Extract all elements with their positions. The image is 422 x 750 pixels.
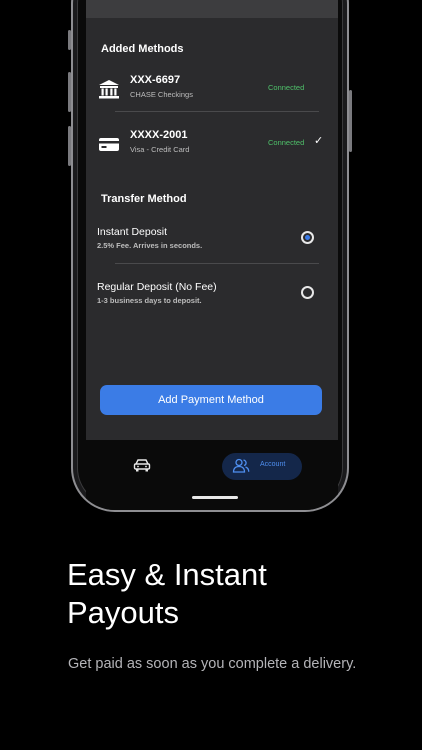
option-name: Regular Deposit (No Fee) bbox=[97, 281, 217, 293]
promo-headline: Easy & Instant Payouts bbox=[67, 556, 387, 632]
credit-card-icon bbox=[99, 138, 119, 151]
radio-unselected[interactable] bbox=[301, 286, 314, 299]
option-subtitle: 1-3 business days to deposit. bbox=[97, 296, 202, 305]
home-indicator bbox=[192, 496, 238, 499]
volume-up-button bbox=[68, 72, 71, 112]
option-name: Instant Deposit bbox=[97, 226, 168, 238]
checkmark-icon: ✓ bbox=[314, 135, 324, 147]
power-button bbox=[349, 90, 352, 152]
option-regular-deposit[interactable]: Regular Deposit (No Fee) 1-3 business da… bbox=[86, 281, 338, 315]
added-methods-title: Added Methods bbox=[101, 43, 184, 55]
method-subtitle: Visa - Credit Card bbox=[130, 145, 190, 154]
side-button bbox=[68, 30, 71, 50]
people-icon bbox=[232, 458, 250, 473]
method-row-card[interactable]: XXXX-2001 Visa - Credit Card Connected ✓ bbox=[86, 129, 338, 169]
bank-icon bbox=[99, 80, 119, 99]
divider bbox=[115, 263, 319, 264]
headline-line-2: Payouts bbox=[67, 595, 180, 630]
add-payment-method-button[interactable]: Add Payment Method bbox=[100, 385, 322, 415]
app-screen: Added Methods XXX-6697 CHASE Checkings C… bbox=[86, 0, 338, 440]
volume-down-button bbox=[68, 126, 71, 166]
car-icon[interactable] bbox=[133, 458, 151, 472]
option-instant-deposit[interactable]: Instant Deposit 2.5% Fee. Arrives in sec… bbox=[86, 226, 338, 260]
tab-bar: Account bbox=[86, 440, 338, 510]
tab-account-label: Account bbox=[260, 461, 286, 468]
tab-account[interactable]: Account bbox=[222, 453, 302, 480]
divider bbox=[115, 111, 319, 112]
connected-status: Connected bbox=[268, 138, 305, 147]
connected-status: Connected bbox=[268, 83, 305, 92]
method-row-bank[interactable]: XXX-6697 CHASE Checkings Connected bbox=[86, 74, 338, 114]
phone-frame: Added Methods XXX-6697 CHASE Checkings C… bbox=[71, 0, 349, 512]
method-name: XXX-6697 bbox=[130, 74, 181, 86]
header-bar bbox=[86, 0, 338, 18]
radio-selected[interactable] bbox=[301, 231, 314, 244]
method-subtitle: CHASE Checkings bbox=[130, 90, 193, 99]
transfer-method-title: Transfer Method bbox=[101, 193, 187, 205]
method-name: XXXX-2001 bbox=[130, 129, 188, 141]
headline-line-1: Easy & Instant bbox=[67, 557, 267, 592]
option-subtitle: 2.5% Fee. Arrives in seconds. bbox=[97, 241, 203, 250]
promo-subtext: Get paid as soon as you complete a deliv… bbox=[68, 656, 357, 672]
